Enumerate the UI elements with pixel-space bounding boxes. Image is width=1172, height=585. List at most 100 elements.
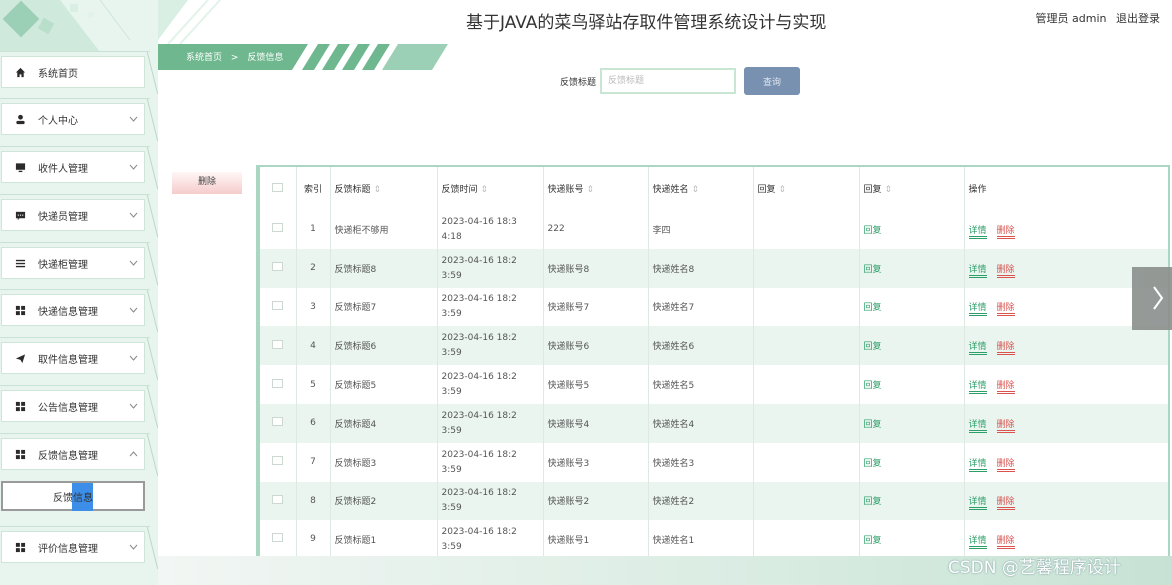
row-checkbox[interactable]	[272, 223, 284, 233]
delete-row-button[interactable]: 删除	[996, 225, 1015, 239]
row-checkbox[interactable]	[272, 456, 284, 466]
reply-link[interactable]: 回复	[864, 265, 882, 275]
delete-row-button[interactable]: 删除	[996, 458, 1015, 472]
sort-icon[interactable]: ⇕	[885, 185, 893, 195]
table-row[interactable]: 6 反馈标题4 2023-04-16 18:2 3:59 快递账号4 快递姓名4 回复 详情删…	[258, 403, 1170, 443]
row-select-cell[interactable]	[258, 520, 297, 560]
grid-icon	[15, 542, 25, 552]
reply-link[interactable]: 回复	[864, 497, 882, 507]
detail-button[interactable]: 详情	[968, 264, 987, 278]
reply-link[interactable]: 回复	[864, 536, 882, 546]
row-select-cell[interactable]	[258, 403, 297, 443]
cell-time-line1: 2023-04-16 18:3	[441, 216, 517, 227]
table-row[interactable]: 8 反馈标题2 2023-04-16 18:2 3:59 快递账号2 快递姓名2 回复 详情删…	[258, 481, 1170, 521]
column-header-account[interactable]: 快递账号 ⇕	[543, 166, 649, 210]
table-row[interactable]: 7 反馈标题3 2023-04-16 18:2 3:59 快递账号3 快递姓名3 回复 详情删…	[258, 442, 1170, 482]
sort-icon[interactable]: ⇕	[481, 185, 489, 195]
reply-link[interactable]: 回复	[864, 459, 882, 469]
topbar-decoration	[158, 0, 221, 44]
query-button[interactable]: 查询	[744, 67, 801, 95]
detail-button[interactable]: 详情	[968, 342, 987, 356]
row-select-cell[interactable]	[258, 210, 297, 249]
table-row[interactable]: 2 反馈标题8 2023-04-16 18:2 3:59 快递账号8 快递姓名8 回复 详情删…	[258, 248, 1170, 288]
sidebar-item-5[interactable]: 快递柜管理	[0, 242, 150, 279]
table-row[interactable]: 5 反馈标题5 2023-04-16 18:2 3:59 快递账号5 快递姓名5 回复 详情删…	[258, 365, 1170, 404]
table-row[interactable]: 3 反馈标题7 2023-04-16 18:2 3:59 快递账号7 快递姓名7 回复 详情删…	[258, 287, 1170, 327]
cell-reply-empty	[753, 365, 860, 404]
row-select-cell[interactable]	[258, 365, 297, 404]
delete-row-button[interactable]: 删除	[996, 419, 1015, 433]
cell-time-line1: 2023-04-16 18:2	[441, 255, 517, 266]
column-header-time[interactable]: 反馈时间 ⇕	[437, 166, 544, 210]
table-row[interactable]: 4 反馈标题6 2023-04-16 18:2 3:59 快递账号6 快递姓名6 回复 详情删…	[258, 326, 1170, 366]
column-header-reply-2[interactable]: 回复 ⇕	[859, 166, 965, 210]
row-checkbox[interactable]	[272, 339, 284, 349]
cell-index: 6	[296, 403, 331, 443]
cell-time-line1: 2023-04-16 18:2	[441, 333, 517, 344]
row-checkbox[interactable]	[272, 300, 284, 310]
search-input[interactable]: 反馈标题	[600, 68, 737, 94]
row-select-cell[interactable]	[258, 442, 297, 482]
sidebar-item-7[interactable]: 取件信息管理	[0, 337, 150, 374]
logout-link[interactable]: 退出登录	[1116, 12, 1160, 25]
column-header-name[interactable]: 快递姓名 ⇕	[648, 166, 754, 210]
reply-link[interactable]: 回复	[864, 226, 882, 236]
cell-time-line2: 3:59	[441, 425, 462, 436]
sidebar-item-label: 系统首页	[38, 68, 78, 80]
reply-link[interactable]: 回复	[864, 420, 882, 430]
sort-icon[interactable]: ⇕	[779, 185, 787, 195]
row-checkbox[interactable]	[272, 494, 284, 504]
sidebar-item-3[interactable]: 收件人管理	[0, 146, 150, 183]
row-select-cell[interactable]	[258, 248, 297, 288]
delete-row-button[interactable]: 删除	[996, 535, 1015, 549]
row-checkbox[interactable]	[272, 533, 284, 543]
delete-row-button[interactable]: 删除	[996, 303, 1015, 317]
breadcrumb-home[interactable]: 系统首页	[186, 53, 222, 63]
sidebar-item-10[interactable]: 评价信息管理	[0, 526, 150, 563]
row-select-cell[interactable]	[258, 481, 297, 521]
cell-reply: 回复	[859, 481, 965, 521]
cell-reply: 回复	[859, 287, 965, 327]
row-checkbox[interactable]	[272, 417, 284, 427]
select-all-header[interactable]	[258, 166, 297, 210]
delete-row-button[interactable]: 删除	[996, 342, 1015, 356]
column-header-title[interactable]: 反馈标题 ⇕	[330, 166, 438, 210]
reply-link[interactable]: 回复	[864, 381, 882, 391]
delete-row-button[interactable]: 删除	[996, 264, 1015, 278]
sidebar-item-2[interactable]: 个人中心	[0, 98, 150, 135]
next-page-button[interactable]	[1132, 267, 1172, 330]
sidebar-item-8[interactable]: 公告信息管理	[0, 385, 150, 422]
detail-button[interactable]: 详情	[968, 497, 987, 511]
cell-name: 快递姓名7	[648, 287, 754, 327]
sort-icon[interactable]: ⇕	[587, 185, 595, 195]
row-checkbox[interactable]	[272, 378, 284, 388]
reply-link[interactable]: 回复	[864, 303, 882, 313]
select-all-checkbox[interactable]	[272, 182, 284, 192]
sort-icon[interactable]: ⇕	[692, 185, 700, 195]
chevron-glyph	[129, 544, 137, 550]
detail-button[interactable]: 详情	[968, 225, 987, 239]
sort-icon[interactable]: ⇕	[374, 185, 382, 195]
cell-index: 2	[296, 248, 331, 288]
detail-button[interactable]: 详情	[968, 458, 987, 472]
detail-button[interactable]: 详情	[968, 419, 987, 433]
column-header-reply[interactable]: 回复 ⇕	[753, 166, 860, 210]
sidebar-item-1[interactable]: 系统首页	[0, 51, 150, 88]
row-select-cell[interactable]	[258, 287, 297, 327]
cell-title: 反馈标题7	[330, 287, 438, 327]
detail-button[interactable]: 详情	[968, 535, 987, 549]
delete-row-button[interactable]: 删除	[996, 381, 1015, 395]
detail-button[interactable]: 详情	[968, 381, 987, 395]
reply-link[interactable]: 回复	[864, 342, 882, 352]
sidebar-item-6[interactable]: 快递信息管理	[0, 289, 150, 326]
row-select-cell[interactable]	[258, 326, 297, 366]
sidebar-item-4[interactable]: 快递员管理	[0, 194, 150, 231]
row-checkbox[interactable]	[272, 262, 284, 272]
page-title: 基于JAVA的菜鸟驿站存取件管理系统设计与实现	[466, 13, 827, 33]
sidebar-item-9[interactable]: 反馈信息管理	[0, 433, 150, 470]
detail-button[interactable]: 详情	[968, 303, 987, 317]
sidebar-subitem-feedback-info[interactable]: 反馈信息	[1, 481, 145, 511]
batch-delete-button[interactable]: 删除	[172, 172, 242, 194]
delete-row-button[interactable]: 删除	[996, 497, 1015, 511]
table-row[interactable]: 1 快递柜不够用 2023-04-16 18:3 4:18 222 李四 回复 详情 删除	[258, 210, 1170, 249]
